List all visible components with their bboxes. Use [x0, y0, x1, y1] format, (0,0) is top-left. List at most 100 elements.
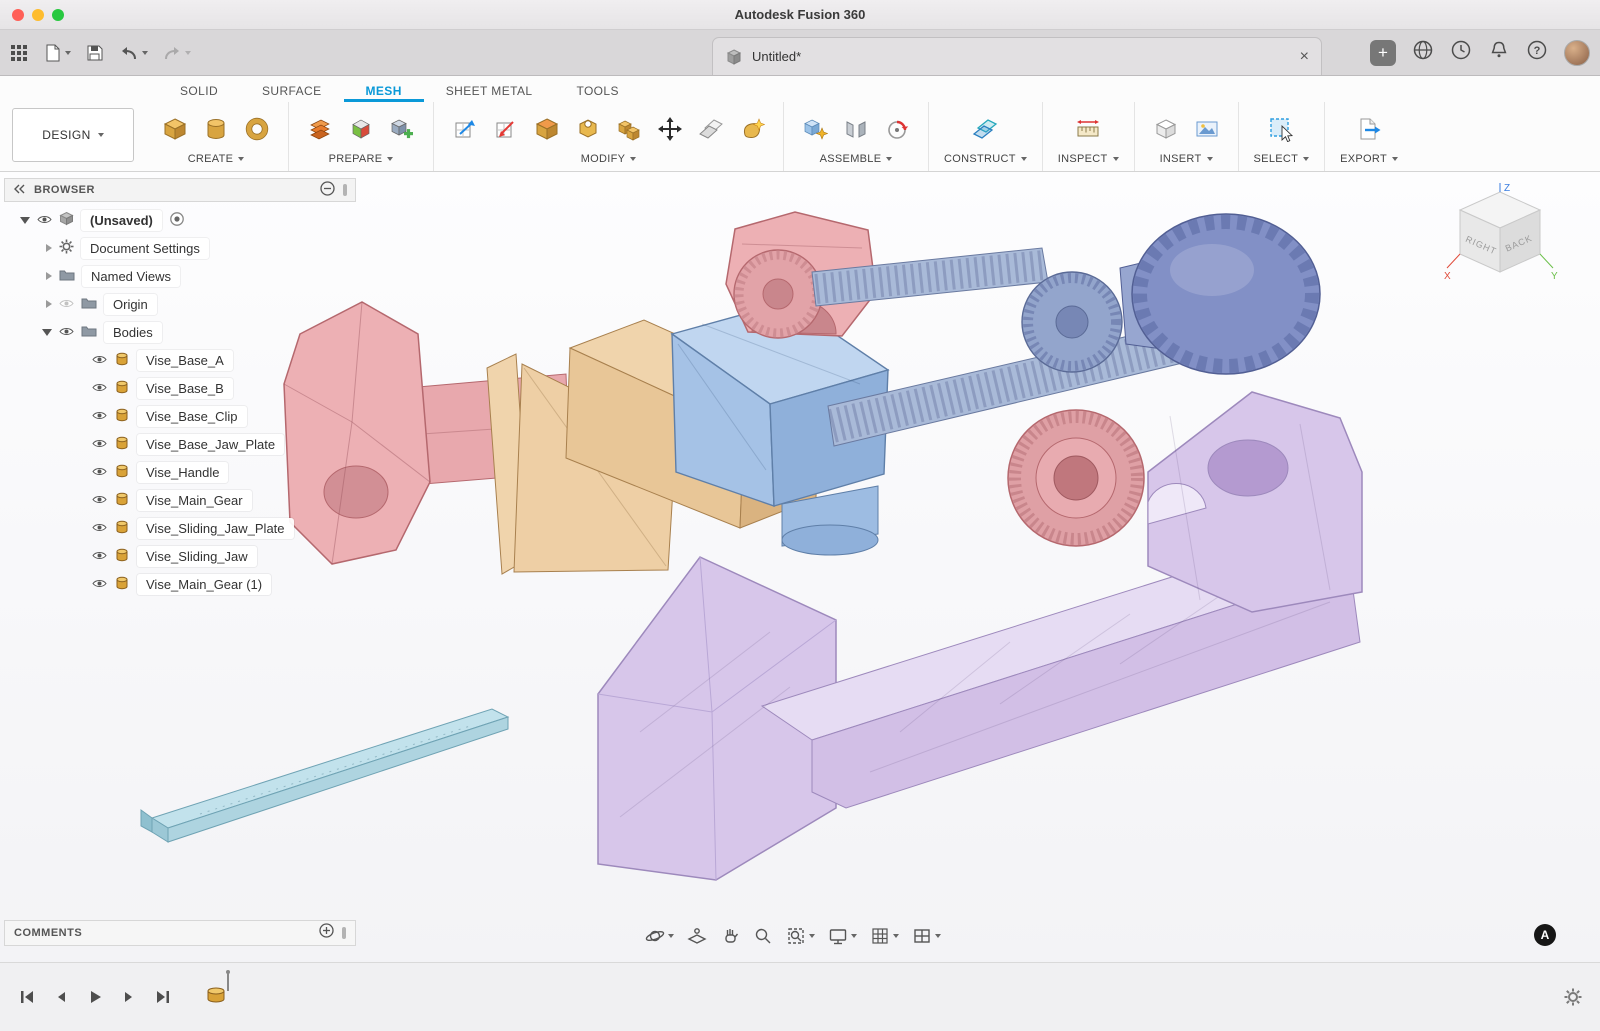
model-main-gear-top[interactable] — [734, 250, 822, 338]
body-row[interactable]: Vise_Base_Jaw_Plate — [4, 430, 356, 458]
expand-icon[interactable] — [20, 217, 30, 224]
tree-row-origin[interactable]: Origin — [4, 290, 356, 318]
body-row[interactable]: Vise_Sliding_Jaw — [4, 542, 356, 570]
collapse-browser-icon[interactable] — [13, 183, 26, 198]
tab-solid[interactable]: SOLID — [158, 79, 240, 102]
close-window-button[interactable] — [12, 9, 24, 21]
visibility-eye-icon[interactable] — [92, 521, 107, 536]
body-label[interactable]: Vise_Sliding_Jaw — [137, 546, 257, 567]
save-icon[interactable] — [85, 43, 105, 63]
generate-face-groups-icon[interactable] — [304, 113, 336, 145]
reduce-icon[interactable] — [490, 113, 522, 145]
model-main-gear-right[interactable] — [1008, 410, 1144, 546]
tree-item-label[interactable]: Named Views — [82, 266, 180, 287]
body-label[interactable]: Vise_Base_Jaw_Plate — [137, 434, 284, 455]
measure-icon[interactable] — [1072, 113, 1104, 145]
body-row[interactable]: Vise_Sliding_Jaw_Plate — [4, 514, 356, 542]
undo-icon[interactable] — [119, 44, 148, 62]
new-component-icon[interactable] — [799, 113, 831, 145]
orbit-icon[interactable] — [645, 926, 674, 946]
model-gear-middle[interactable] — [1022, 272, 1122, 372]
export-icon[interactable] — [1353, 113, 1385, 145]
body-label[interactable]: Vise_Sliding_Jaw_Plate — [137, 518, 294, 539]
look-at-icon[interactable] — [687, 926, 707, 946]
user-avatar[interactable] — [1564, 40, 1590, 66]
body-row[interactable]: Vise_Handle — [4, 458, 356, 486]
inspect-dropdown[interactable]: INSPECT — [1058, 150, 1119, 167]
visibility-eye-icon[interactable] — [59, 325, 74, 340]
visibility-eye-icon[interactable] — [92, 409, 107, 424]
workspace-selector[interactable]: DESIGN — [12, 108, 134, 162]
modify-dropdown[interactable]: MODIFY — [581, 150, 637, 167]
combine-faces-icon[interactable] — [531, 113, 563, 145]
create-torus-icon[interactable] — [241, 113, 273, 145]
erase-and-fill-icon[interactable] — [572, 113, 604, 145]
body-row[interactable]: Vise_Main_Gear — [4, 486, 356, 514]
body-row[interactable]: Vise_Base_A — [4, 346, 356, 374]
comments-bar[interactable]: COMMENTS — [4, 920, 356, 946]
select-icon[interactable] — [1265, 113, 1297, 145]
joint-icon[interactable] — [840, 113, 872, 145]
fullscreen-window-button[interactable] — [52, 9, 64, 21]
plane-cut-icon[interactable] — [695, 113, 727, 145]
select-dropdown[interactable]: SELECT — [1254, 150, 1310, 167]
browser-minimize-icon[interactable] — [320, 181, 335, 199]
app-grid-icon[interactable] — [10, 44, 28, 62]
as-built-joint-icon[interactable] — [881, 113, 913, 145]
body-label[interactable]: Vise_Base_B — [137, 378, 233, 399]
tree-row-document-settings[interactable]: Document Settings — [4, 234, 356, 262]
timeline-skip-end-button[interactable] — [152, 986, 174, 1008]
browser-home-icon[interactable] — [1412, 39, 1434, 66]
timeline-settings-gear-icon[interactable] — [1562, 986, 1584, 1008]
redo-icon[interactable] — [162, 44, 191, 62]
tab-mesh[interactable]: MESH — [344, 79, 424, 102]
display-settings-icon[interactable] — [828, 926, 857, 946]
viewport[interactable]: BROWSER (Unsaved) Document Settings — [0, 172, 1600, 962]
visibility-eye-icon[interactable] — [92, 549, 107, 564]
tree-row-bodies[interactable]: Bodies — [4, 318, 356, 346]
document-tab[interactable]: Untitled* × — [712, 37, 1322, 75]
remesh-icon[interactable] — [449, 113, 481, 145]
repair-mesh-icon[interactable] — [345, 113, 377, 145]
minimize-window-button[interactable] — [32, 9, 44, 21]
body-label[interactable]: Vise_Base_A — [137, 350, 233, 371]
prepare-dropdown[interactable]: PREPARE — [329, 150, 394, 167]
new-tab-button[interactable]: + — [1370, 40, 1396, 66]
browser-drag-grip[interactable] — [343, 184, 347, 196]
convert-mesh-icon[interactable] — [386, 113, 418, 145]
smooth-icon[interactable] — [736, 113, 768, 145]
timeline-step-forward-button[interactable] — [118, 986, 140, 1008]
visibility-eye-icon[interactable] — [92, 437, 107, 452]
visibility-eye-icon[interactable] — [92, 353, 107, 368]
root-document-label[interactable]: (Unsaved) — [81, 210, 162, 231]
collapse-icon[interactable] — [46, 272, 52, 280]
notifications-bell-icon[interactable] — [1488, 39, 1510, 66]
tab-sheet-metal[interactable]: SHEET METAL — [424, 79, 555, 102]
timeline-play-button[interactable] — [84, 986, 106, 1008]
add-comment-icon[interactable] — [319, 923, 334, 943]
body-label[interactable]: Vise_Main_Gear (1) — [137, 574, 271, 595]
insert-dropdown[interactable]: INSERT — [1160, 150, 1213, 167]
collapse-icon[interactable] — [46, 244, 52, 252]
visibility-eye-off-icon[interactable] — [59, 297, 74, 312]
create-dropdown[interactable]: CREATE — [188, 150, 245, 167]
insert-canvas-icon[interactable] — [1191, 113, 1223, 145]
viewports-icon[interactable] — [912, 926, 941, 946]
body-label[interactable]: Vise_Main_Gear — [137, 490, 252, 511]
assemble-dropdown[interactable]: ASSEMBLE — [820, 150, 893, 167]
tab-surface[interactable]: SURFACE — [240, 79, 343, 102]
grid-snap-icon[interactable] — [870, 926, 899, 946]
tree-row-named-views[interactable]: Named Views — [4, 262, 356, 290]
expand-icon[interactable] — [42, 329, 52, 336]
activate-component-radio[interactable] — [169, 211, 185, 230]
body-label[interactable]: Vise_Base_Clip — [137, 406, 247, 427]
viewcube-axis-y[interactable]: Y — [1551, 271, 1558, 282]
assistant-bubble[interactable]: A — [1534, 924, 1556, 946]
move-copy-icon[interactable] — [654, 113, 686, 145]
comments-drag-grip[interactable] — [342, 927, 346, 939]
tree-root-row[interactable]: (Unsaved) — [4, 206, 356, 234]
export-dropdown[interactable]: EXPORT — [1340, 150, 1398, 167]
tab-tools[interactable]: TOOLS — [554, 79, 640, 102]
recent-history-icon[interactable] — [1450, 39, 1472, 66]
tree-item-label[interactable]: Document Settings — [81, 238, 209, 259]
